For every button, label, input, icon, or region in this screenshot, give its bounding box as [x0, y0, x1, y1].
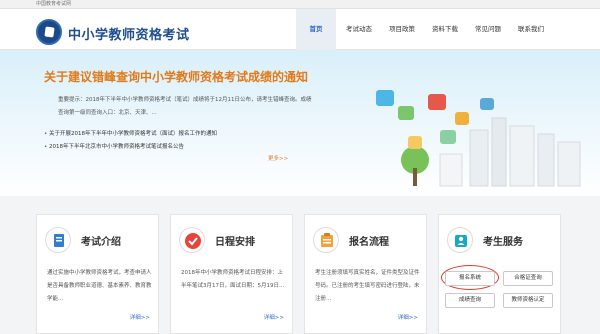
card-title[interactable]: 考生服务: [483, 233, 523, 248]
banner-link-list: 关于开展2018年下半年中小学教师资格考试（面试）报名工作的通知 2018年下半…: [44, 128, 314, 154]
detail-link[interactable]: 详细>>: [264, 313, 284, 321]
tree-trunk: [413, 168, 417, 186]
card-header: 日程安排: [171, 215, 294, 263]
card-header: 考生服务: [439, 215, 562, 263]
card-title[interactable]: 日程安排: [215, 233, 255, 248]
logo-icon[interactable]: [36, 19, 62, 45]
building: [491, 117, 507, 187]
card-exam-intro: 考试介绍 通过实施中小学教师资格考试，考查申请人是否具备教师职业道德、基本素养、…: [36, 214, 159, 334]
card-body: 考生注册须填写真实姓名，证件类型及证件号码。已注册的考生填写密码进行登陆，未注册…: [315, 270, 420, 302]
more-link[interactable]: 更多>>: [268, 154, 288, 162]
card-candidate-services: 考生服务 报名系统 合格证查询 成绩查询 教师资格认定: [438, 214, 561, 334]
building: [557, 141, 581, 187]
building: [509, 125, 535, 187]
card-header: 报名流程: [305, 215, 428, 263]
hero-banner: 关于建议错峰查询中小学教师资格考试成绩的通知 重要提示：2018年下半年中小学教…: [0, 50, 600, 196]
detail-link[interactable]: 详细>>: [130, 313, 150, 321]
top-strip-label: 中国教育考试网: [36, 1, 72, 7]
person-icon: [447, 227, 473, 253]
teacher-cert-recognition-button[interactable]: 教师资格认定: [503, 293, 553, 308]
city-illustration: [376, 90, 581, 187]
feature-cards: 考试介绍 通过实施中小学教师资格考试，考查申请人是否具备教师职业道德、基本素养、…: [36, 214, 566, 334]
card-schedule: 日程安排 2018年中小学教师资格考试日程安排：上半年笔试3月17日，面试日期：…: [170, 214, 293, 334]
card-title[interactable]: 报名流程: [349, 233, 389, 248]
certificate-query-button[interactable]: 合格证查询: [503, 271, 553, 286]
cube-block: [455, 112, 469, 125]
detail-link[interactable]: 详细>>: [398, 313, 418, 321]
banner-link[interactable]: 2018年下半年北京市中小学教师资格考试笔试报名公告: [44, 141, 314, 154]
card-title[interactable]: 考试介绍: [81, 233, 121, 248]
cube-block: [408, 136, 422, 149]
nav-downloads[interactable]: 资料下载: [425, 9, 465, 50]
nav-exam-news[interactable]: 考试动态: [339, 9, 379, 50]
building: [537, 133, 555, 187]
building: [469, 129, 489, 187]
top-strip: 中国教育考试网: [0, 0, 600, 9]
cube-block: [376, 90, 394, 106]
cube-block: [440, 130, 456, 144]
cube-block: [480, 98, 494, 110]
banner-summary: 重要提示：2018年下半年中小学教师资格考试（笔试）成绩将于12月11日公布，请…: [58, 97, 312, 116]
building: [439, 153, 463, 187]
cube-block: [398, 106, 414, 120]
card-body: 通过实施中小学教师资格考试，考查申请人是否具备教师职业道德、基本素养、教育教学能…: [47, 270, 152, 302]
pen-document-icon: [45, 227, 71, 253]
banner-link[interactable]: 关于开展2018年下半年中小学教师资格考试（面试）报名工作的通知: [44, 128, 314, 141]
nav-home[interactable]: 首页: [296, 9, 336, 50]
registration-system-button[interactable]: 报名系统: [445, 271, 495, 286]
site-title[interactable]: 中小学教师资格考试: [68, 24, 190, 43]
card-body: 2018年中小学教师资格考试日程安排：上半年笔试3月17日，面试日期：5月19日…: [181, 270, 285, 289]
nav-contact[interactable]: 联系我们: [511, 9, 551, 50]
card-header: 考试介绍: [37, 215, 160, 263]
banner-heading[interactable]: 关于建议错峰查询中小学教师资格考试成绩的通知: [44, 68, 308, 85]
score-query-button[interactable]: 成绩查询: [445, 293, 495, 308]
main-nav: 首页 考试动态 项目政策 资料下载 常见问题 联系我们: [296, 9, 566, 50]
nav-faq[interactable]: 常见问题: [468, 9, 508, 50]
cube-block: [428, 94, 446, 110]
nav-policy[interactable]: 项目政策: [382, 9, 422, 50]
clipboard-icon: [313, 227, 339, 253]
check-circle-icon: [179, 227, 205, 253]
card-registration-flow: 报名流程 考生注册须填写真实姓名，证件类型及证件号码。已注册的考生填写密码进行登…: [304, 214, 427, 334]
